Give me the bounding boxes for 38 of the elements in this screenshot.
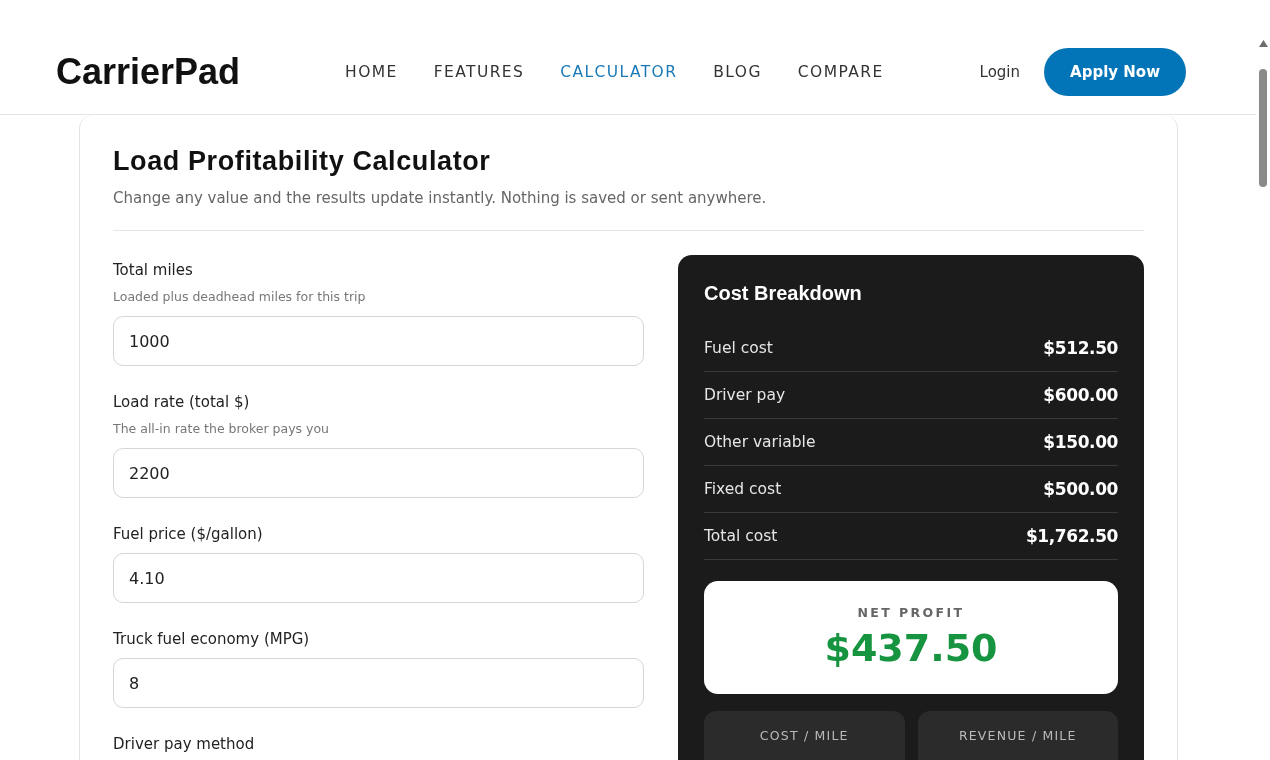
nav-link[interactable]: BLOG <box>713 63 762 81</box>
input-field[interactable]: 8 <box>113 658 644 708</box>
field-label: Total miles <box>113 260 194 280</box>
cost-label: Fixed cost <box>704 480 782 498</box>
scroll-up-icon[interactable] <box>1258 40 1268 47</box>
input-field[interactable]: 2200 <box>113 448 644 498</box>
metric-label: COST / MILE <box>759 728 849 745</box>
scrollbar-thumb[interactable] <box>1259 69 1267 187</box>
apply-now-button[interactable]: Apply Now <box>1044 48 1186 96</box>
net-profit-label: NET PROFIT <box>857 605 965 620</box>
net-profit-value: $437.50 <box>824 626 998 670</box>
cost-label: Other variable <box>704 433 816 451</box>
nav-link[interactable]: COMPARE <box>797 63 884 81</box>
cost-value: $600.00 <box>1043 385 1118 405</box>
cost-label: Total cost <box>704 527 778 545</box>
cost-label: Driver pay <box>704 386 786 404</box>
nav-link[interactable]: HOME <box>345 63 398 81</box>
panel-title: Cost Breakdown <box>704 281 863 305</box>
page-title: Load Profitability Calculator <box>113 145 492 177</box>
metric-label: REVENUE / MILE <box>958 728 1077 745</box>
cost-value: $500.00 <box>1043 479 1118 499</box>
page-subtitle: Change any value and the results update instantly. Nothing is saved or sent anywhere. <box>113 188 768 209</box>
cost-value: $1,762.50 <box>1025 526 1118 546</box>
cost-label: Fuel cost <box>704 339 773 357</box>
field-label: Load rate (total $) <box>113 392 251 412</box>
nav-link[interactable]: FEATURES <box>433 63 525 81</box>
nav-link[interactable]: CALCULATOR <box>560 63 678 81</box>
field-label: Fuel price ($/gallon) <box>113 524 264 544</box>
login-link[interactable]: Login <box>979 63 1021 81</box>
logo[interactable]: CarrierPad <box>56 51 241 93</box>
cost-value: $512.50 <box>1043 338 1118 358</box>
field-label: Truck fuel economy (MPG) <box>113 629 311 649</box>
field-hint: Loaded plus deadhead miles for this trip <box>113 288 367 306</box>
field-hint: The all-in rate the broker pays you <box>113 420 331 438</box>
field-label: Driver pay method <box>113 734 256 754</box>
input-field[interactable]: 4.10 <box>113 553 644 603</box>
cost-value: $150.00 <box>1043 432 1118 452</box>
input-field[interactable]: 1000 <box>113 316 644 366</box>
